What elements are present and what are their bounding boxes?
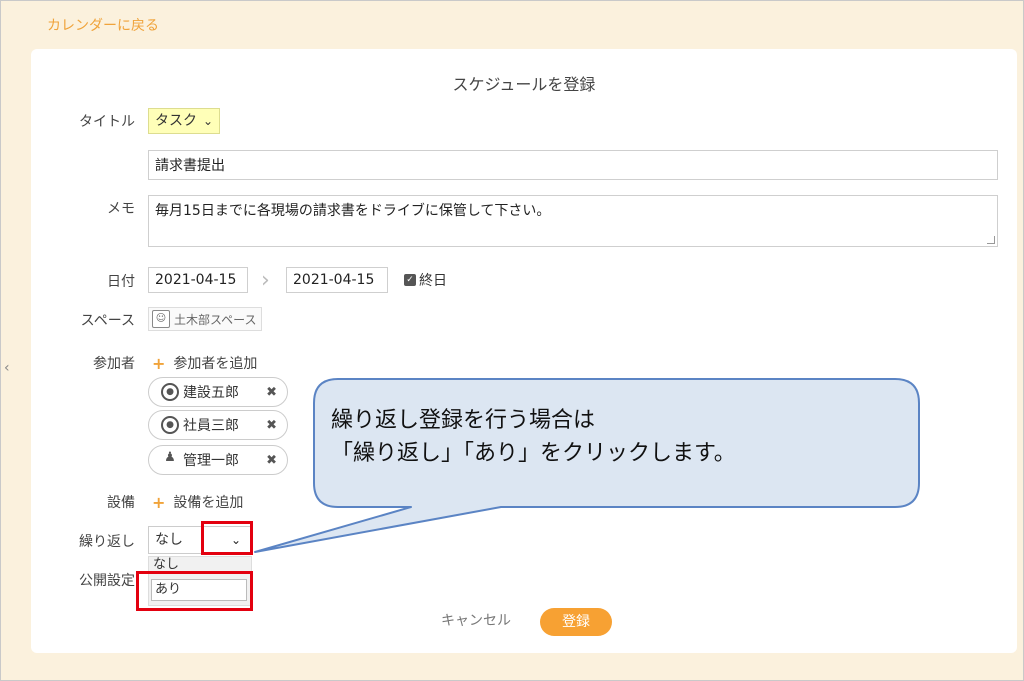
add-equipment-button[interactable]: + 設備を追加	[152, 492, 243, 512]
equipment-label: 設備	[107, 495, 135, 511]
title-input[interactable]: 請求書提出	[148, 150, 998, 180]
back-to-calendar-link[interactable]: カレンダーに戻る	[47, 15, 159, 35]
space-name: 土木部スペース	[174, 312, 257, 327]
plus-icon: +	[152, 492, 166, 512]
chevron-right-icon: ›	[261, 268, 270, 293]
user-photo-icon: ♟	[164, 450, 176, 465]
chevron-down-icon: ⌄	[203, 114, 214, 128]
title-category-select[interactable]: タスク ⌄	[148, 108, 221, 134]
repeat-label: 繰り返し	[79, 534, 135, 550]
participants-label: 参加者	[93, 356, 135, 372]
add-equipment-label: 設備を追加	[173, 495, 244, 511]
public-label: 公開設定	[79, 573, 135, 589]
resize-handle-icon[interactable]	[987, 236, 995, 244]
remove-icon[interactable]: ✖	[266, 453, 277, 468]
participant-name: 社員三郎	[183, 418, 239, 434]
plus-icon: +	[152, 353, 166, 373]
highlight-box-chevron	[201, 521, 253, 555]
date-label: 日付	[107, 274, 135, 290]
title-category-value: タスク	[155, 113, 197, 129]
remove-icon[interactable]: ✖	[266, 385, 277, 400]
submit-button[interactable]: 登録	[540, 608, 612, 636]
title-input-value: 請求書提出	[155, 158, 225, 174]
participant-chip[interactable]: ♟ 管理一郎 ✖	[148, 445, 288, 475]
title-label: タイトル	[79, 114, 135, 130]
repeat-value: なし	[155, 532, 183, 548]
add-participant-label: 参加者を追加	[173, 356, 258, 372]
user-avatar-icon: ●	[161, 416, 179, 434]
user-avatar-icon: ●	[161, 383, 179, 401]
callout-line-2: 「繰り返し」「あり」をクリックします。	[331, 441, 736, 466]
schedule-form-panel: スケジュールを登録 タイトル タスク ⌄ 請求書提出 メモ 毎月15日までに各現…	[31, 49, 1017, 653]
collapse-arrow-icon[interactable]: ‹	[4, 360, 10, 376]
add-participant-button[interactable]: + 参加者を追加	[152, 353, 257, 373]
participant-chip[interactable]: ● 建設五郎 ✖	[148, 377, 288, 407]
allday-label: 終日	[419, 273, 447, 289]
start-date-value: 2021-04-15	[155, 272, 237, 288]
highlight-box-option	[136, 571, 253, 611]
participant-name: 建設五郎	[183, 385, 239, 401]
cancel-button[interactable]: キャンセル	[441, 610, 511, 630]
memo-value: 毎月15日までに各現場の請求書をドライブに保管して下さい。	[155, 203, 551, 219]
end-date-input[interactable]: 2021-04-15	[286, 267, 388, 293]
checkbox-checked-icon[interactable]: ✓	[404, 274, 416, 286]
remove-icon[interactable]: ✖	[266, 418, 277, 433]
participant-chip[interactable]: ● 社員三郎 ✖	[148, 410, 288, 440]
callout-text: 繰り返し登録を行う場合は 「繰り返し」「あり」をクリックします。	[331, 404, 736, 470]
space-avatar-icon: ☺	[152, 310, 170, 328]
allday-toggle[interactable]: ✓ 終日	[404, 270, 447, 290]
space-label: スペース	[80, 313, 135, 329]
memo-textarea[interactable]: 毎月15日までに各現場の請求書をドライブに保管して下さい。	[148, 195, 998, 247]
end-date-value: 2021-04-15	[293, 272, 375, 288]
memo-label: メモ	[107, 201, 135, 217]
page-title: スケジュールを登録	[452, 75, 596, 94]
start-date-input[interactable]: 2021-04-15	[148, 267, 248, 293]
callout-line-1: 繰り返し登録を行う場合は	[331, 408, 596, 433]
space-chip[interactable]: ☺ 土木部スペース	[148, 307, 262, 331]
participant-name: 管理一郎	[183, 453, 239, 469]
